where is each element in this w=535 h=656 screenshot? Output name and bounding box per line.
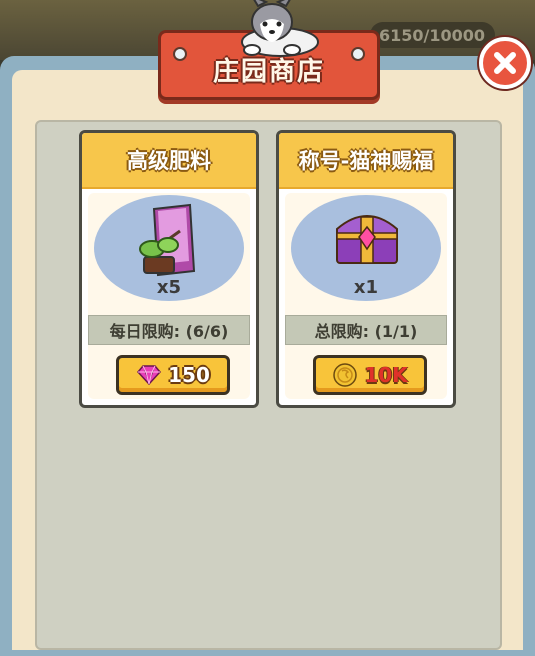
shop-item-card: 称号-猫神赐福 x1 总限购: (1/1) 10K <box>276 130 456 408</box>
item-price: 10K <box>364 363 408 387</box>
item-quantity: x1 <box>353 277 379 298</box>
treasure-chest-icon <box>336 215 398 264</box>
card-header: 高级肥料 <box>82 133 256 189</box>
close-icon <box>494 52 516 74</box>
close-button[interactable] <box>479 37 531 89</box>
card-body: x1 总限购: (1/1) 10K <box>285 193 447 399</box>
coin-icon <box>333 363 358 387</box>
gem-icon <box>137 365 162 386</box>
item-name: 高级肥料 <box>127 149 211 173</box>
buy-button-title[interactable]: 10K <box>313 355 427 395</box>
husky-mascot-icon <box>241 0 319 57</box>
purchase-limit: 总限购: (1/1) <box>285 315 447 345</box>
resource-counter: 6150/10000 <box>370 22 495 48</box>
shop-item-card: 高级肥料 x5 每日限购: (6/6) 150 <box>79 130 259 408</box>
fertilizer-bag-icon <box>139 203 196 277</box>
nail-icon <box>173 47 187 61</box>
card-body: x5 每日限购: (6/6) 150 <box>88 193 250 399</box>
item-price: 150 <box>168 363 210 387</box>
item-name: 称号-猫神赐福 <box>298 149 434 173</box>
buy-button-fertilizer[interactable]: 150 <box>116 355 230 395</box>
nail-icon <box>351 47 365 61</box>
card-header: 称号-猫神赐福 <box>279 133 453 189</box>
purchase-limit: 每日限购: (6/6) <box>88 315 250 345</box>
item-quantity: x5 <box>156 277 182 298</box>
